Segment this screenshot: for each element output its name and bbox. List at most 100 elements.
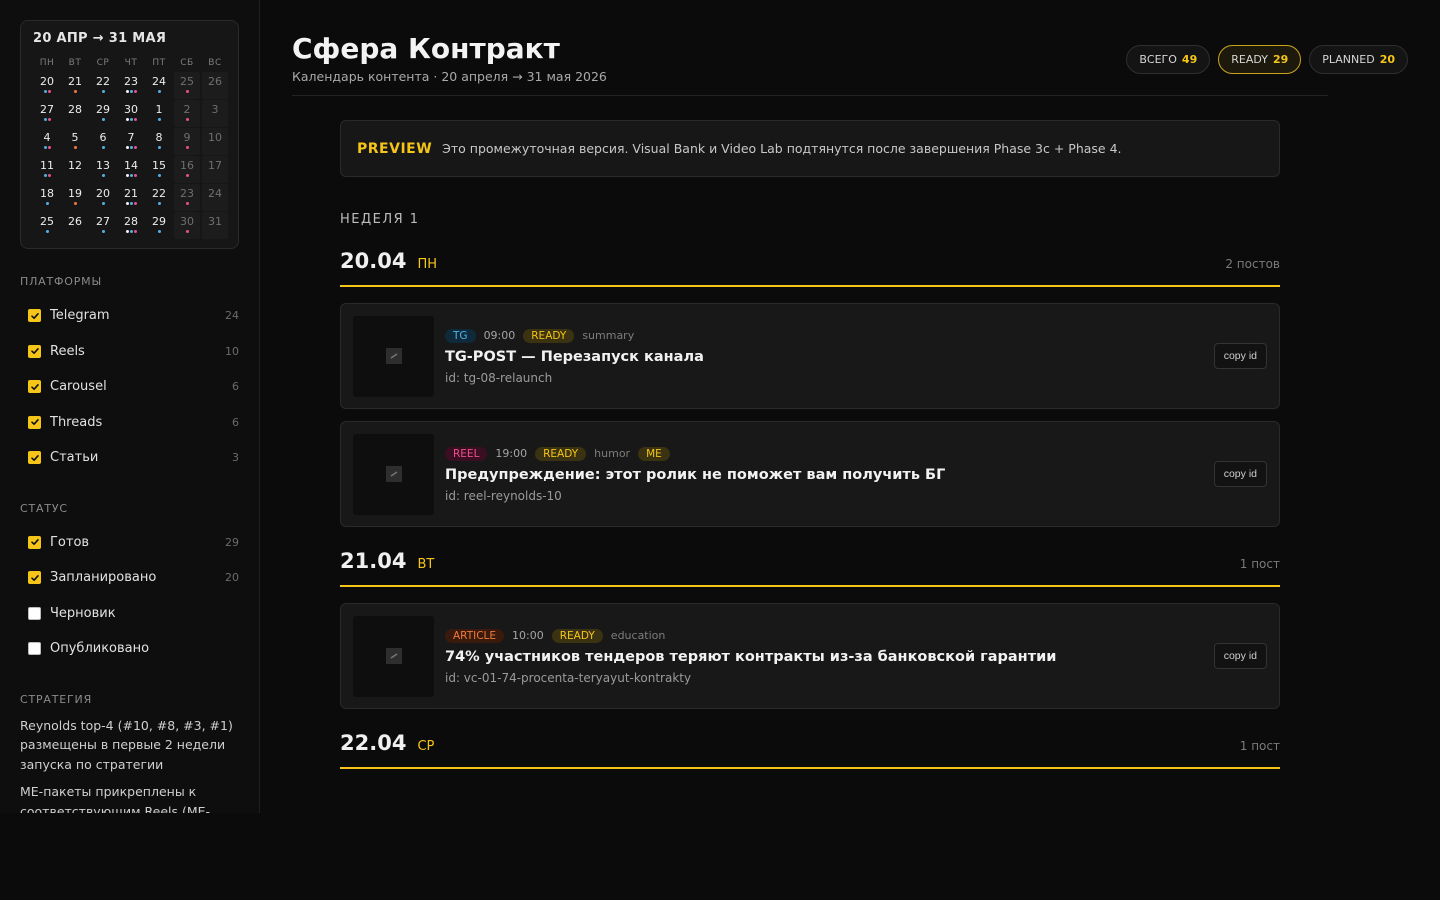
post-title: 74% участников тендеров теряют контракты… <box>445 648 1057 665</box>
calendar-day[interactable]: 26 <box>202 72 228 99</box>
post-id: id: tg-08-relaunch <box>445 370 553 385</box>
pill-label: READY <box>1231 53 1268 66</box>
calendar-day[interactable]: 14 <box>117 156 145 183</box>
platform-filter-item[interactable]: Threads 6 <box>20 405 239 441</box>
calendar-day[interactable]: 3 <box>202 100 228 127</box>
calendar-day[interactable]: 27 <box>89 212 117 239</box>
calendar-day[interactable]: 29 <box>145 212 173 239</box>
calendar-day-number: 9 <box>183 131 191 144</box>
status-filter-item[interactable]: Черновик <box>20 596 239 632</box>
calendar-day[interactable]: 25 <box>174 72 200 99</box>
calendar-day[interactable]: 30 <box>117 100 145 127</box>
calendar-day[interactable]: 21 <box>117 184 145 211</box>
calendar-day[interactable]: 23 <box>174 184 200 211</box>
post-dot <box>133 146 137 149</box>
checkbox-unchecked[interactable] <box>28 606 41 620</box>
calendar-day[interactable]: 22 <box>89 72 117 99</box>
weekday-label: ЧТ <box>124 58 138 68</box>
calendar-day[interactable]: 17 <box>202 156 228 183</box>
summary-pills: ВСЕГО 49 READY 29 PLANNED 20 <box>1126 45 1408 74</box>
checkmark-icon <box>30 539 39 546</box>
post-dot <box>157 202 161 205</box>
platform-filter-item[interactable]: Carousel 6 <box>20 369 239 405</box>
copy-id-button[interactable]: copy id <box>1213 643 1267 669</box>
copy-id-button[interactable]: copy id <box>1213 461 1267 487</box>
calendar-day[interactable]: 31 <box>202 212 228 239</box>
filter-pill-planned[interactable]: PLANNED 20 <box>1309 45 1408 74</box>
post-card[interactable]: ARTICLE 10:00 READY education 74% участников… <box>340 603 1280 709</box>
calendar-day[interactable]: 20 <box>33 72 61 99</box>
calendar-day[interactable]: 22 <box>145 184 173 211</box>
status-filter-item[interactable]: Готов 29 <box>20 525 239 561</box>
calendar-day[interactable]: 9 <box>174 128 200 155</box>
calendar-day[interactable]: 8 <box>145 128 173 155</box>
checkbox-checked[interactable] <box>28 415 41 429</box>
post-kind: summary <box>582 329 635 342</box>
platform-filter-item[interactable]: Reels 10 <box>20 334 239 370</box>
post-dots <box>43 118 51 121</box>
calendar-day[interactable]: 29 <box>89 100 117 127</box>
calendar-day[interactable]: 4 <box>33 128 61 155</box>
calendar-day[interactable]: 26 <box>61 212 89 239</box>
post-title: TG-POST — Перезапуск канала <box>445 348 704 365</box>
checkbox-checked[interactable] <box>28 309 41 323</box>
calendar-day[interactable]: 16 <box>174 156 200 183</box>
calendar-day-number: 22 <box>152 187 166 200</box>
checkbox-checked[interactable] <box>28 535 41 549</box>
weekday-label: ВТ <box>68 58 82 68</box>
post-card[interactable]: REEL 19:00 READY humor ME Предупреждение: это… <box>340 421 1280 527</box>
checkbox-checked[interactable] <box>28 571 41 585</box>
post-dot <box>129 230 133 233</box>
calendar-day[interactable]: 25 <box>33 212 61 239</box>
calendar-day[interactable]: 15 <box>145 156 173 183</box>
status-filter-item[interactable]: Запланировано 20 <box>20 560 239 596</box>
calendar-week: 18 19 20 21 22 23 24 <box>33 184 228 211</box>
calendar-day[interactable]: 10 <box>202 128 228 155</box>
calendar-week: 25 26 27 28 29 30 31 <box>33 212 228 239</box>
post-card[interactable]: TG 09:00 READY summary TG-POST — Перезапуск … <box>340 303 1280 409</box>
calendar-day[interactable]: 27 <box>33 100 61 127</box>
calendar-day[interactable]: 24 <box>145 72 173 99</box>
calendar-day-number: 11 <box>40 159 54 172</box>
post-dot <box>101 230 105 233</box>
calendar-day[interactable]: 18 <box>33 184 61 211</box>
checkbox-checked[interactable] <box>28 380 41 394</box>
calendar-day[interactable]: 24 <box>202 184 228 211</box>
platform-filter-item[interactable]: Статьи 3 <box>20 440 239 476</box>
filter-label: Статьи <box>50 450 99 466</box>
post-title: Предупреждение: этот ролик не поможет ва… <box>445 466 946 483</box>
filter-count: 3 <box>232 451 239 465</box>
calendar-day[interactable]: 30 <box>174 212 200 239</box>
calendar-day[interactable]: 7 <box>117 128 145 155</box>
calendar-day[interactable]: 21 <box>61 72 89 99</box>
filter-label: Опубликовано <box>50 641 150 657</box>
calendar-day[interactable]: 12 <box>61 156 89 183</box>
calendar-day[interactable]: 19 <box>61 184 89 211</box>
calendar-day[interactable]: 28 <box>61 100 89 127</box>
filter-pill-ready[interactable]: READY 29 <box>1218 45 1302 74</box>
platform-filter-item[interactable]: Telegram 24 <box>20 298 239 334</box>
calendar-day[interactable]: 13 <box>89 156 117 183</box>
calendar-day-number: 27 <box>40 103 54 116</box>
checkbox-checked[interactable] <box>28 451 41 465</box>
checkbox-checked[interactable] <box>28 344 41 358</box>
status-filter-item[interactable]: Опубликовано <box>20 631 239 667</box>
calendar-day[interactable]: 1 <box>145 100 173 127</box>
filter-pill-всего[interactable]: ВСЕГО 49 <box>1126 45 1211 74</box>
checkbox-unchecked[interactable] <box>28 642 41 656</box>
post-thumbnail <box>353 315 434 397</box>
calendar-day[interactable]: 20 <box>89 184 117 211</box>
calendar-day[interactable]: 11 <box>33 156 61 183</box>
post-dot <box>47 146 51 149</box>
calendar-day-number: 5 <box>71 131 79 144</box>
post-dots <box>43 146 51 149</box>
calendar-day[interactable]: 2 <box>174 100 200 127</box>
calendar-day[interactable]: 5 <box>61 128 89 155</box>
filter-label: Carousel <box>50 379 107 395</box>
post-dots <box>73 146 77 149</box>
calendar-day[interactable]: 23 <box>117 72 145 99</box>
post-dots <box>157 118 161 121</box>
copy-id-button[interactable]: copy id <box>1213 343 1267 369</box>
calendar-day[interactable]: 6 <box>89 128 117 155</box>
calendar-day[interactable]: 28 <box>117 212 145 239</box>
